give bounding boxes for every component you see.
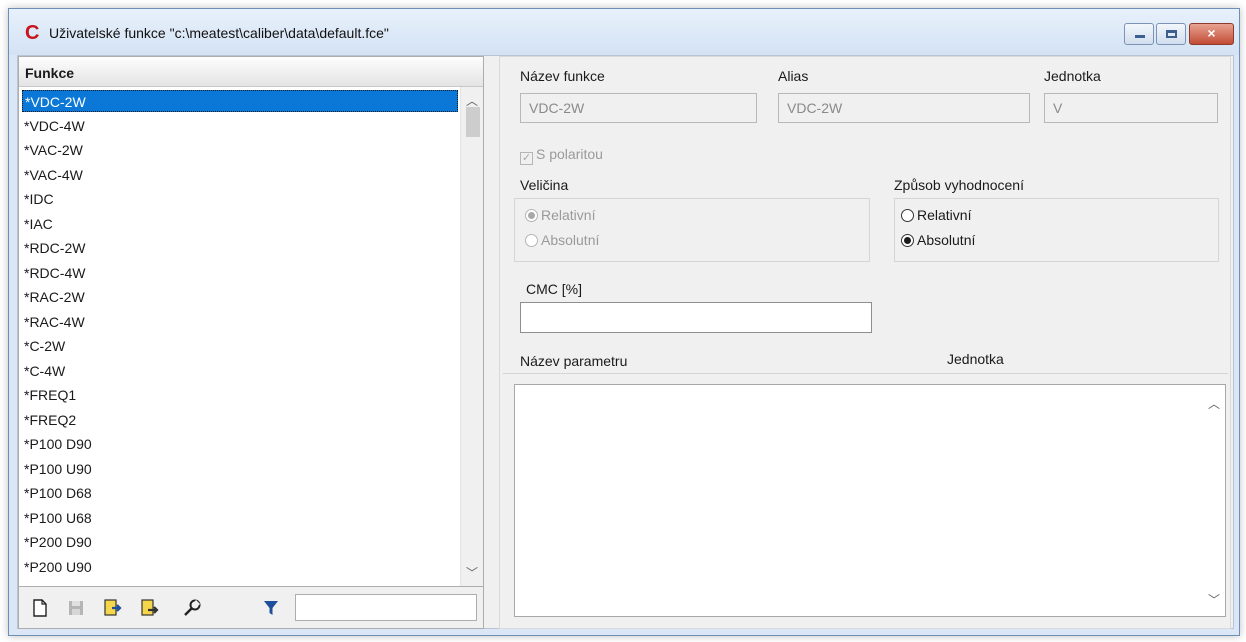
list-item[interactable]: *C-2W: [22, 335, 458, 357]
functions-list[interactable]: *P200 U90 *P200 D90 *P100 U68 *P100 D68 *P10…: [19, 87, 483, 587]
export-icon[interactable]: [139, 597, 161, 619]
functions-list-scrollbar[interactable]: ︿ ﹀: [460, 87, 483, 586]
functions-header-label: Funkce: [25, 65, 75, 81]
list-item[interactable]: *IDC: [22, 188, 458, 210]
save-icon[interactable]: [65, 597, 87, 619]
evaluation-option-absolute-label: Absolutní: [917, 232, 976, 248]
evaluation-group: Relativní Absolutní: [894, 198, 1219, 262]
import-icon[interactable]: [102, 597, 124, 619]
list-item[interactable]: *P100 D68: [22, 482, 458, 504]
scroll-up-icon[interactable]: ︿: [1203, 395, 1225, 412]
list-item[interactable]: *P200 D90: [22, 531, 458, 553]
polarity-checkbox[interactable]: ✓ S polaritou: [520, 146, 603, 165]
list-item[interactable]: *P100 D90: [22, 433, 458, 455]
list-item[interactable]: *VAC-2W: [22, 139, 458, 161]
radio-unselected-icon: [901, 209, 914, 222]
scroll-down-icon[interactable]: ﹀: [461, 564, 483, 581]
list-item[interactable]: *RAC-4W: [22, 311, 458, 333]
checkbox-checked-icon: ✓: [520, 152, 533, 165]
radio-selected-icon: [525, 209, 538, 222]
list-item[interactable]: *RDC-4W: [22, 262, 458, 284]
new-document-icon[interactable]: [29, 597, 51, 619]
list-item[interactable]: *VAC-4W: [22, 164, 458, 186]
unit-field[interactable]: V: [1044, 93, 1218, 123]
quantity-option-relative[interactable]: Relativní: [525, 207, 595, 223]
alias-field[interactable]: VDC-2W: [778, 93, 1030, 123]
maximize-button[interactable]: [1156, 23, 1186, 45]
list-item[interactable]: *VDC-2W: [22, 90, 458, 112]
close-icon: ×: [1207, 25, 1216, 41]
list-item[interactable]: *P200 U90: [22, 556, 458, 578]
function-name-field[interactable]: VDC-2W: [520, 93, 757, 123]
list-item[interactable]: *P100 U68: [22, 507, 458, 529]
list-item[interactable]: *P100 U90: [22, 458, 458, 480]
functions-panel: Funkce *P200 U90 *P200 D90 *P100 U68 *P100 …: [18, 56, 484, 629]
filter-input[interactable]: [295, 594, 477, 621]
evaluation-option-absolute[interactable]: Absolutní: [901, 232, 975, 248]
close-button[interactable]: ×: [1189, 23, 1234, 45]
function-name-label: Název funkce: [520, 68, 605, 84]
evaluation-label: Způsob vyhodnocení: [894, 177, 1024, 193]
evaluation-option-relative-label: Relativní: [917, 207, 972, 223]
minimize-button[interactable]: [1124, 23, 1154, 45]
wrench-icon[interactable]: [181, 597, 203, 619]
list-item[interactable]: *RAC-2W: [22, 286, 458, 308]
details-panel: Název funkce VDC-2W Alias VDC-2W Jednotk…: [499, 56, 1231, 629]
radio-selected-icon: [901, 234, 914, 247]
list-item[interactable]: *IAC: [22, 213, 458, 235]
parameters-list[interactable]: ︿ ﹀: [514, 384, 1226, 617]
parameter-name-header: Název parametru: [520, 353, 628, 369]
list-item[interactable]: *FREQ1: [22, 384, 458, 406]
cmc-input[interactable]: [520, 302, 872, 333]
minimize-icon: [1135, 35, 1145, 38]
parameters-scrollbar[interactable]: ︿ ﹀: [1203, 385, 1225, 616]
quantity-group: Relativní Absolutní: [514, 198, 870, 262]
radio-unselected-icon: [525, 234, 538, 247]
app-logo-icon: C: [25, 22, 40, 44]
functions-toolbar: [19, 588, 483, 628]
quantity-option-relative-label: Relativní: [541, 207, 596, 223]
window-title: Uživatelské funkce "c:\meatest\caliber\d…: [49, 25, 389, 41]
header-separator: [503, 373, 1228, 374]
quantity-option-absolute-label: Absolutní: [541, 232, 600, 248]
list-item[interactable]: *VDC-4W: [22, 115, 458, 137]
parameter-unit-header: Jednotka: [947, 351, 1004, 367]
alias-label: Alias: [778, 68, 809, 84]
quantity-label: Veličina: [520, 177, 569, 193]
list-item[interactable]: *RDC-2W: [22, 237, 458, 259]
evaluation-option-relative[interactable]: Relativní: [901, 207, 971, 223]
list-item[interactable]: *FREQ2: [22, 409, 458, 431]
scrollbar-thumb[interactable]: [466, 107, 480, 137]
unit-label: Jednotka: [1044, 68, 1101, 84]
functions-list-header: Funkce: [19, 57, 483, 87]
scroll-down-icon[interactable]: ﹀: [1203, 591, 1225, 608]
title-bar[interactable]: C Uživatelské funkce "c:\meatest\caliber…: [9, 9, 1239, 55]
polarity-checkbox-label: S polaritou: [536, 146, 603, 162]
cmc-label: CMC [%]: [526, 281, 582, 297]
list-item[interactable]: *C-4W: [22, 360, 458, 382]
quantity-option-absolute[interactable]: Absolutní: [525, 232, 599, 248]
filter-icon[interactable]: [260, 597, 282, 619]
maximize-icon: [1166, 30, 1177, 38]
